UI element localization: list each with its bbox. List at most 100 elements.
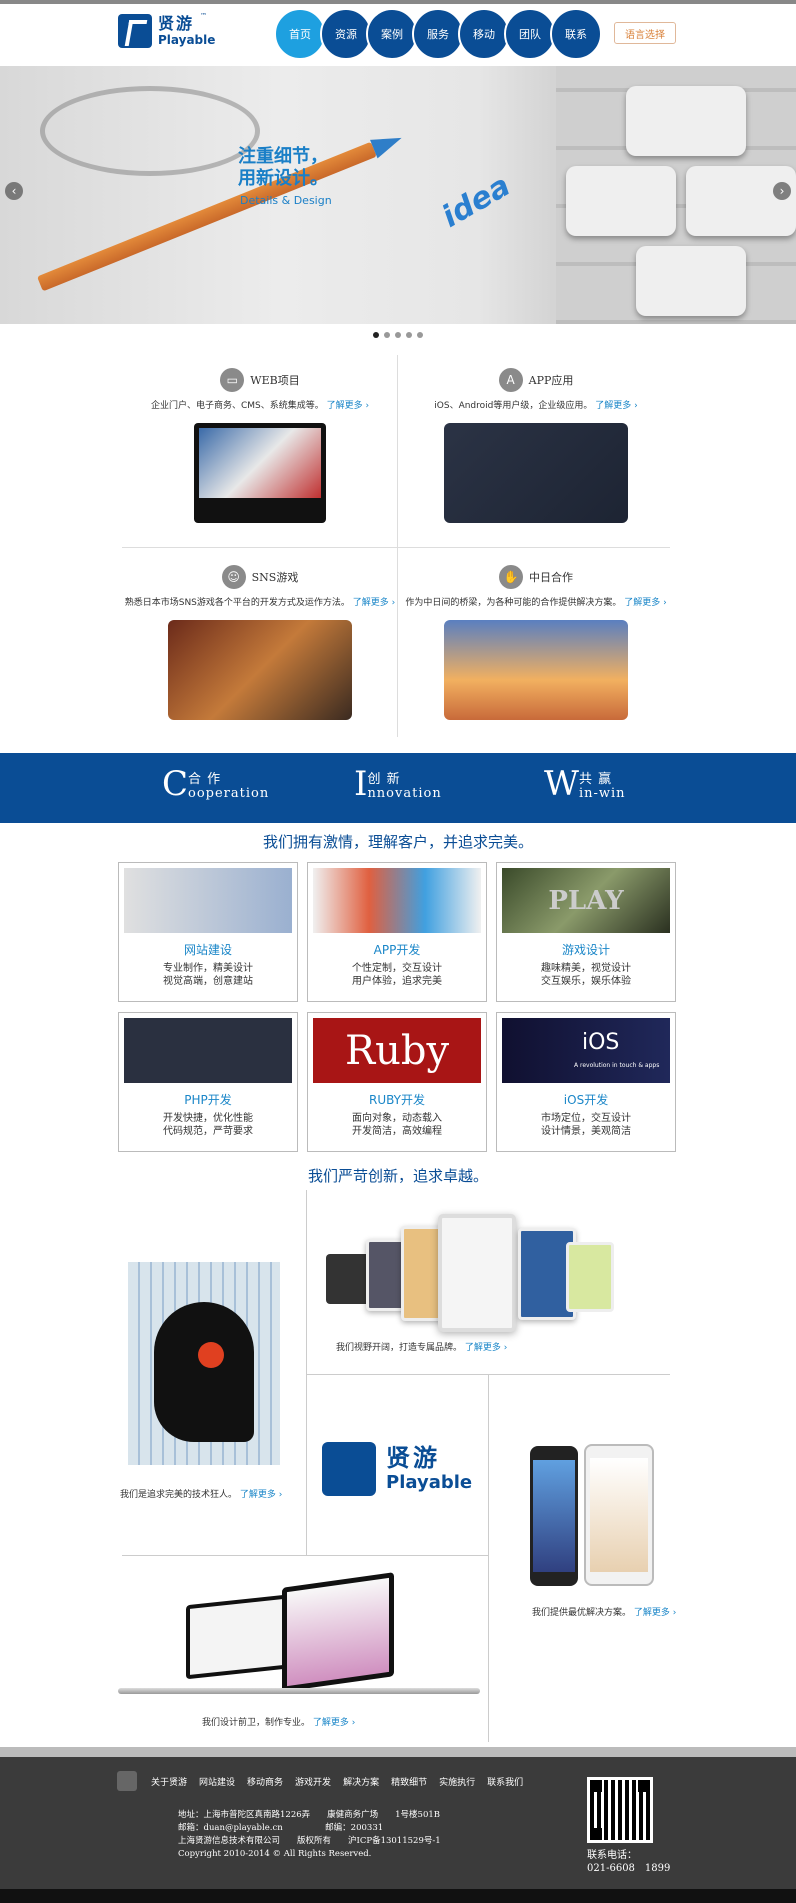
slogan-line-2: 用新设计。: [238, 168, 328, 189]
nav-mobile[interactable]: 移动: [458, 8, 510, 60]
motto-win-win: W 共 赢 in-win: [544, 767, 626, 801]
carousel-dot[interactable]: [406, 332, 412, 338]
banner-prev-arrow-icon[interactable]: ‹: [5, 182, 23, 200]
card-desc: 面向对象，动态载入: [352, 1113, 442, 1124]
learn-more-link[interactable]: 了解更多 ›: [327, 401, 369, 411]
service-title: SNS游戏: [251, 571, 299, 584]
showcase-tablets-caption: 我们视野开阔，打造专属品牌。 了解更多 ›: [336, 1340, 507, 1353]
divider: [122, 547, 670, 548]
service-desc: iOS、Android等用户级，企业级应用。: [434, 401, 593, 411]
app-screens-image: [444, 423, 628, 523]
motto-en: nnovation: [367, 786, 442, 801]
hands-image: [444, 620, 628, 720]
card-game[interactable]: PLAY 游戏设计 趣味精美，视觉设计 交互娱乐，娱乐体验: [496, 862, 676, 1002]
learn-more-link[interactable]: 了解更多 ›: [465, 1343, 507, 1353]
idea-graphic: idea: [436, 168, 517, 235]
phone-number: 021-6608 1899: [587, 1863, 671, 1874]
footer-address: 地址：上海市普陀区真南路1226弄 康健商务广场 1号楼501B: [178, 1810, 441, 1820]
page: 贤游 Playable ™ 首页 资源 案例 服务 移动 团队 联系 语言选择 …: [0, 0, 796, 1903]
footer-company: 上海贤游信息技术有限公司 版权所有 沪ICP备13011529号-1: [178, 1836, 441, 1846]
service-desc: 企业门户、电子商务、CMS、系统集成等。: [150, 401, 324, 411]
motto-cn: 共 赢: [578, 772, 613, 787]
footer: 关于贤游 网站建设 移动商务 游戏开发 解决方案 精致细节 实施执行 联系我们 …: [0, 1757, 796, 1889]
footer-info: 地址：上海市普陀区真南路1226弄 康健商务广场 1号楼501B 邮箱：duan…: [178, 1809, 441, 1861]
ios-image-title: iOS: [582, 1030, 620, 1055]
motto-en: in-win: [578, 786, 626, 801]
caption-text: 我们是追求完美的技术狂人。: [120, 1490, 238, 1500]
trademark: ™: [200, 12, 207, 20]
learn-more-link[interactable]: 了解更多 ›: [595, 401, 637, 411]
learn-more-link[interactable]: 了解更多 ›: [240, 1490, 282, 1500]
card-desc: 专业制作，精美设计: [163, 963, 253, 974]
learn-more-link[interactable]: 了解更多 ›: [353, 598, 395, 608]
play-image: PLAY: [502, 868, 670, 933]
footer-link[interactable]: 实施执行: [439, 1775, 475, 1788]
service-title: APP应用: [528, 374, 574, 387]
monitor-icon: ▭: [220, 368, 245, 392]
card-website[interactable]: 网站建设 专业制作，精美设计 视觉高端，创意建站: [118, 862, 298, 1002]
motto-cn: 合 作: [188, 772, 222, 787]
card-ios[interactable]: iOS A revolution in touch & apps iOS开发 市…: [496, 1012, 676, 1152]
card-title: 网站建设: [183, 943, 232, 957]
carousel-dot[interactable]: [417, 332, 423, 338]
nav-team[interactable]: 团队: [504, 8, 556, 60]
footer-link[interactable]: 精致细节: [391, 1775, 427, 1788]
footer-link[interactable]: 游戏开发: [295, 1775, 331, 1788]
ruby-image: Ruby: [313, 1018, 481, 1083]
learn-more-link[interactable]: 了解更多 ›: [624, 598, 666, 608]
caption-text: 我们提供最优解决方案。: [532, 1608, 632, 1618]
nav-resources[interactable]: 资源: [320, 8, 372, 60]
card-desc: 设计情景，美观简洁: [541, 1126, 631, 1137]
motto-cn: 创 新: [367, 772, 401, 787]
slogan-line-1: 注重细节，: [238, 146, 328, 167]
card-ruby[interactable]: Ruby RUBY开发 面向对象，动态载入 开发简洁，高效编程: [307, 1012, 487, 1152]
hero-banner: 注重细节， 用新设计。 Details & Design idea ‹ ›: [0, 66, 796, 324]
footer-link[interactable]: 网站建设: [199, 1775, 235, 1788]
card-desc: 开发快捷，优化性能: [163, 1113, 253, 1124]
brand-name-cn: 贤游: [386, 1444, 440, 1472]
nav-contact[interactable]: 联系: [550, 8, 602, 60]
top-bar: [0, 0, 796, 4]
www-image: [124, 868, 292, 933]
app-icons-image: [313, 868, 481, 933]
motto-initial: W: [544, 764, 579, 804]
motto-bar: C 合 作 ooperation I 创 新 nnovation W 共 赢 in-w…: [0, 753, 796, 823]
caption-text: 我们视野开阔，打造专属品牌。: [336, 1343, 463, 1353]
card-title: 游戏设计: [561, 943, 610, 957]
carousel-dot[interactable]: [373, 332, 379, 338]
divider: [397, 355, 398, 737]
footer-link[interactable]: 联系我们: [487, 1775, 523, 1788]
footer-link[interactable]: 移动商务: [247, 1775, 283, 1788]
carousel-dot[interactable]: [395, 332, 401, 338]
motto-initial: I: [354, 764, 368, 804]
nav-services[interactable]: 服务: [412, 8, 464, 60]
carousel-dot[interactable]: [384, 332, 390, 338]
tablets-image: [326, 1214, 630, 1334]
footer-nav: 关于贤游 网站建设 移动商务 游戏开发 解决方案 精致细节 实施执行 联系我们: [117, 1771, 535, 1791]
footer-top-band: [0, 1747, 796, 1757]
footer-logo-icon[interactable]: [117, 1771, 137, 1791]
learn-more-link[interactable]: 了解更多 ›: [634, 1608, 676, 1618]
footer-email: 邮箱：duan@playable.cn 邮编：200331: [178, 1823, 384, 1833]
card-app[interactable]: APP开发 个性定制，交互设计 用户体验，追求完美: [307, 862, 487, 1002]
card-desc: 视觉高端，创意建站: [163, 976, 253, 987]
carousel-dots: [0, 332, 796, 338]
footer-link[interactable]: 解决方案: [343, 1775, 379, 1788]
laptops-image: [118, 1572, 480, 1698]
divider: [122, 1555, 488, 1556]
card-php[interactable]: PHP开发 开发快捷，优化性能 代码规范，严苛要求: [118, 1012, 298, 1152]
footer-phone: 联系电话： 021-6608 1899: [587, 1849, 670, 1875]
card-title: iOS开发: [563, 1093, 609, 1107]
language-select-button[interactable]: 语言选择: [614, 22, 676, 44]
keyboard-image: [556, 66, 796, 324]
learn-more-link[interactable]: 了解更多 ›: [313, 1718, 355, 1728]
footer-link[interactable]: 关于贤游: [151, 1775, 187, 1788]
nav-cases[interactable]: 案例: [366, 8, 418, 60]
tech-head-image: [128, 1262, 280, 1465]
center-logo: 贤游 Playable: [322, 1442, 472, 1496]
brand-logo[interactable]: 贤游 Playable ™: [118, 12, 215, 48]
banner-next-arrow-icon[interactable]: ›: [773, 182, 791, 200]
nav-home[interactable]: 首页: [274, 8, 326, 60]
card-desc: 趣味精美，视觉设计: [541, 963, 631, 974]
phone-label: 联系电话：: [587, 1850, 637, 1861]
